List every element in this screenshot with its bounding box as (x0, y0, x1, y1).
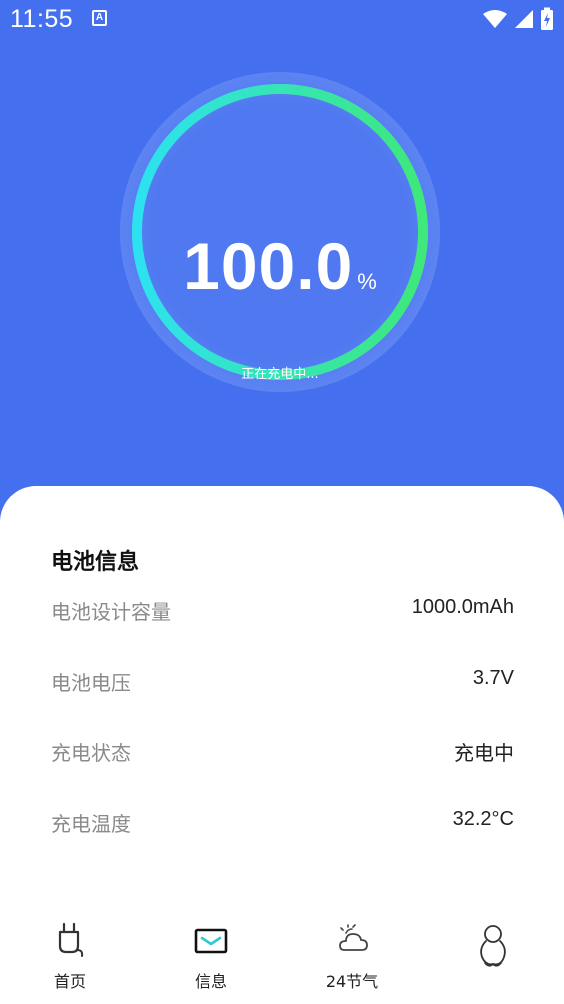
weather-cloud-icon (339, 924, 368, 951)
status-icons (482, 7, 554, 31)
info-label: 充电状态 (51, 741, 131, 765)
info-value: 3.7V (472, 667, 514, 689)
tab-home[interactable]: 首页 (20, 912, 120, 1004)
info-label: 充电温度 (51, 812, 131, 836)
percent-value: 100.0 (183, 229, 354, 303)
charging-status-text: 正在充电中... (241, 367, 319, 382)
tab-solar-terms[interactable]: 24节气 (302, 912, 402, 1004)
tab-info-label: 信息 (194, 972, 227, 991)
battery-charging-icon (541, 7, 553, 30)
info-row-design-capacity: 电池设计容量 1000.0mAh (51, 596, 514, 632)
profile-figure-icon (480, 925, 506, 967)
tab-profile[interactable] (443, 912, 543, 1004)
message-envelope-icon (194, 928, 228, 954)
info-value: 充电中 (454, 743, 514, 765)
percent-sign: % (357, 269, 377, 294)
wifi-icon (483, 10, 507, 28)
bottom-tab-bar: 首页 信息 24节气 (0, 912, 564, 1004)
signal-icon (515, 10, 533, 28)
info-value: 1000.0mAh (411, 596, 514, 618)
info-value: 32.2°C (452, 808, 514, 830)
app-notification-icon: A (92, 10, 107, 26)
info-label: 电池设计容量 (51, 600, 171, 624)
info-row-temperature: 充电温度 32.2°C (51, 808, 514, 844)
tab-solar-terms-label: 24节气 (325, 972, 379, 991)
info-row-voltage: 电池电压 3.7V (51, 667, 514, 703)
charger-plug-icon (58, 922, 84, 957)
tab-info[interactable]: 信息 (161, 912, 261, 1004)
status-bar: 11:55 A (0, 0, 564, 40)
tab-home-label: 首页 (53, 972, 86, 991)
status-time: 11:55 (10, 5, 74, 33)
info-row-charging-status: 充电状态 充电中 (51, 737, 514, 773)
card-title: 电池信息 (51, 550, 140, 575)
battery-percent: 100.0% (118, 228, 442, 304)
info-label: 电池电压 (51, 671, 131, 695)
